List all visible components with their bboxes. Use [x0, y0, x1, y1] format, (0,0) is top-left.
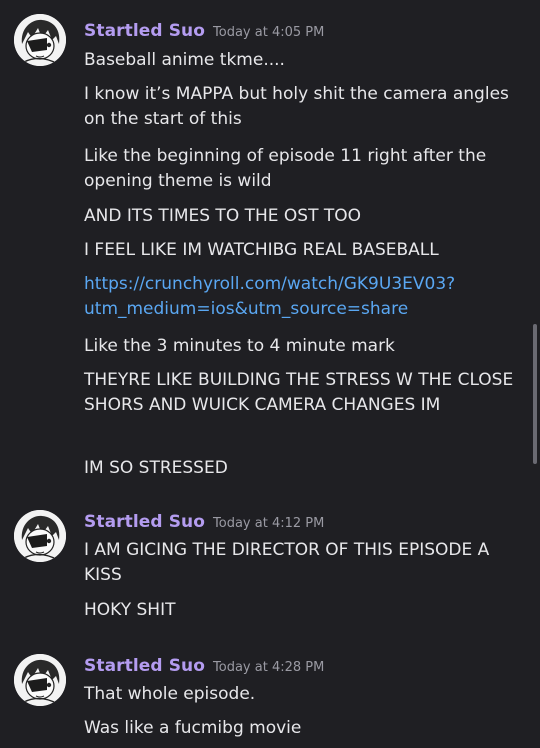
- timestamp: Today at 4:12 PM: [213, 516, 325, 531]
- username[interactable]: Startled Suo: [84, 21, 205, 41]
- message-text[interactable]: I FEEL LIKE IM WATCHIBG REAL BASEBALL: [84, 238, 520, 263]
- message-text[interactable]: THEYRE LIKE BUILDING THE STRESS W THE CL…: [84, 368, 520, 418]
- user-avatar-icon[interactable]: [14, 654, 66, 706]
- message-link[interactable]: https://crunchyroll.com/watch/GK9U3EV03?…: [84, 272, 520, 322]
- username[interactable]: Startled Suo: [84, 512, 205, 532]
- message-text[interactable]: Like the beginning of episode 11 right a…: [84, 144, 520, 194]
- message-header: Startled Suo Today at 4:05 PM: [84, 21, 324, 51]
- message-text[interactable]: IM SO STRESSED: [84, 456, 520, 481]
- timestamp: Today at 4:28 PM: [213, 660, 325, 675]
- message-text[interactable]: Baseball anime tkme....: [84, 48, 520, 73]
- username[interactable]: Startled Suo: [84, 656, 205, 676]
- scrollbar-thumb[interactable]: [533, 324, 537, 464]
- user-avatar-icon[interactable]: [14, 14, 66, 66]
- message-text[interactable]: HOKY SHIT: [84, 598, 520, 623]
- message-text[interactable]: I AM GICING THE DIRECTOR OF THIS EPISODE…: [84, 538, 520, 588]
- message-text[interactable]: Was like a fucmibg movie: [84, 716, 520, 741]
- message-text[interactable]: That whole episode.: [84, 682, 520, 707]
- message-text[interactable]: Like the 3 minutes to 4 minute mark: [84, 334, 520, 359]
- timestamp: Today at 4:05 PM: [213, 25, 325, 40]
- message-text[interactable]: I know it’s MAPPA but holy shit the came…: [84, 82, 520, 132]
- message-text[interactable]: AND ITS TIMES TO THE OST TOO: [84, 204, 520, 229]
- user-avatar-icon[interactable]: [14, 510, 66, 562]
